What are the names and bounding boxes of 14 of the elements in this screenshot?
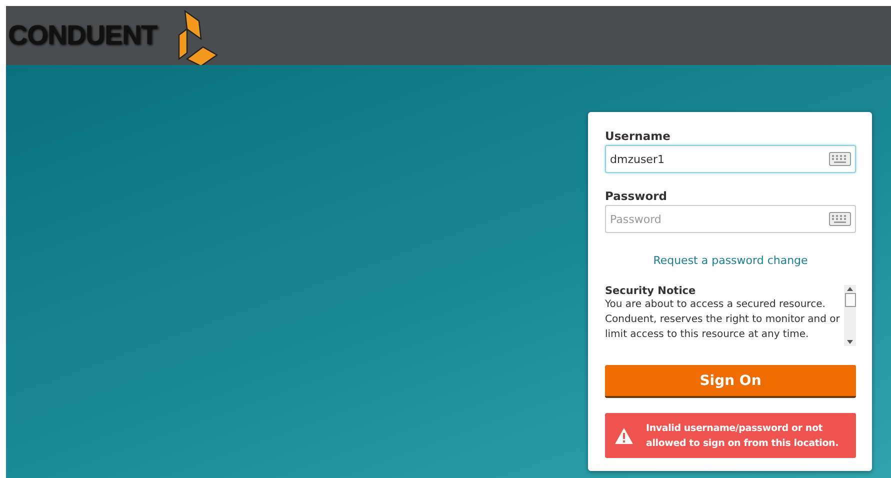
username-field[interactable]: dmzuser1 xyxy=(605,145,856,173)
keyboard-icon[interactable] xyxy=(829,212,851,226)
password-field[interactable]: Password xyxy=(605,205,856,233)
sign-on-button[interactable]: Sign On xyxy=(605,365,856,398)
password-change-link[interactable]: Request a password change xyxy=(653,254,808,267)
password-label: Password xyxy=(605,189,668,203)
security-notice-text: You are about to access a secured resource. Conduent, reserves the right to monitor and or limit access to this resource at any time. xyxy=(605,298,841,342)
keyboard-icon[interactable] xyxy=(829,152,851,166)
username-label: Username xyxy=(605,129,672,143)
warning-icon xyxy=(614,426,634,444)
security-notice-title: Security Notice xyxy=(605,285,697,297)
error-message: Invalid username/password or not allowed to sign on from this location. xyxy=(646,422,840,450)
logo-wordmark: CONDUENT xyxy=(8,20,157,51)
scrollbar[interactable] xyxy=(844,285,856,346)
